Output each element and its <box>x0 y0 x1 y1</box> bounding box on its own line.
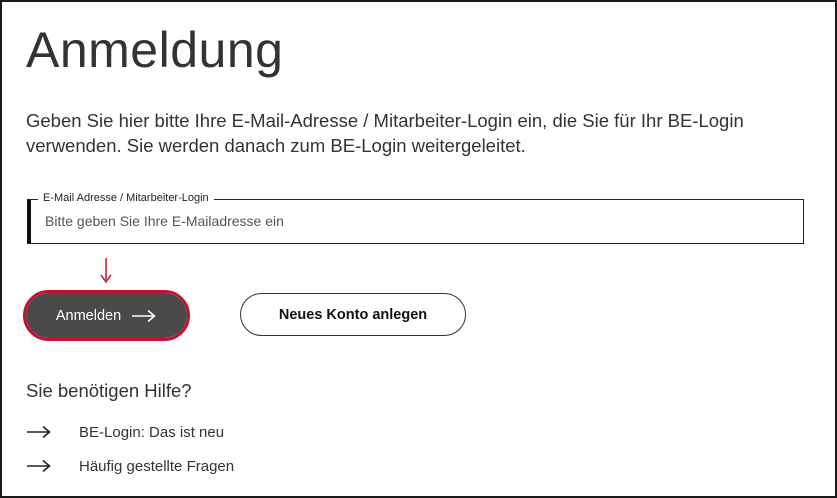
new-account-button-label: Neues Konto anlegen <box>278 306 428 323</box>
login-button[interactable]: Anmelden <box>26 293 187 338</box>
page-title: Anmeldung <box>26 22 284 78</box>
help-link-faq[interactable]: Häufig gestellte Fragen <box>26 454 266 478</box>
intro-text: Geben Sie hier bitte Ihre E-Mail-Adresse… <box>26 110 744 156</box>
new-account-button[interactable]: Neues Konto anlegen <box>240 293 466 336</box>
help-link-label: Häufig gestellte Fragen <box>79 457 235 475</box>
email-field-container <box>27 199 804 244</box>
help-heading: Sie benötigen Hilfe? <box>26 380 192 401</box>
help-link-be-login-new[interactable]: BE-Login: Das ist neu <box>26 420 256 444</box>
arrow-right-icon <box>132 309 156 322</box>
annotation-arrow-icon <box>100 258 112 284</box>
arrow-right-icon <box>27 425 51 439</box>
login-button-label: Anmelden <box>55 307 122 324</box>
login-panel: Anmeldung Geben Sie hier bitte Ihre E-Ma… <box>0 0 837 498</box>
arrow-right-icon <box>27 459 51 473</box>
email-field-label: E-Mail Adresse / Mitarbeiter-Login <box>38 191 214 205</box>
email-field[interactable] <box>45 200 785 241</box>
help-link-label: BE-Login: Das ist neu <box>79 423 225 441</box>
